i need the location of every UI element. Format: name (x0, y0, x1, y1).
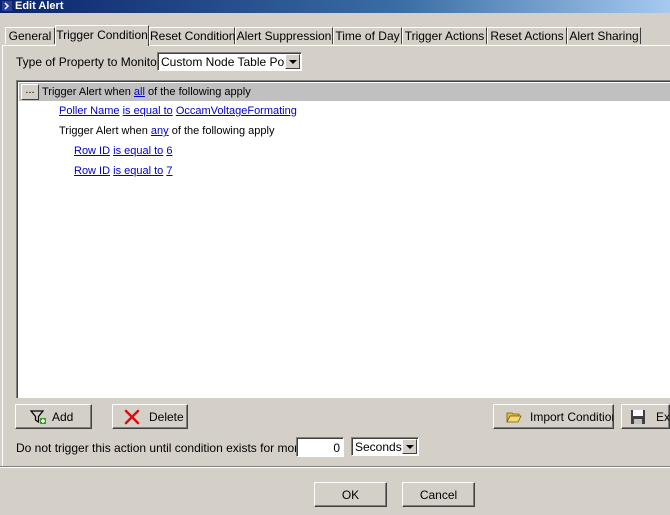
tab-strip: General Trigger Condition Reset Conditio… (0, 25, 670, 46)
window-title: Edit Alert (15, 0, 64, 12)
footer-separator (0, 466, 670, 468)
field-link[interactable]: Row ID (74, 145, 110, 157)
tab-alert-suppression[interactable]: Alert Suppression (235, 27, 333, 44)
ok-button-label: OK (341, 488, 360, 502)
operator-link[interactable]: is equal to (113, 145, 163, 157)
save-disk-icon (631, 410, 645, 424)
cancel-button-label: Cancel (419, 488, 458, 502)
group-condition: Trigger Alert when any of the following … (59, 125, 275, 137)
tab-trigger-condition[interactable]: Trigger Condition (55, 25, 149, 46)
group-quantifier-link[interactable]: any (151, 125, 169, 137)
add-button-label: Add (52, 410, 74, 424)
import-condition-label: Import Condition (530, 410, 614, 424)
chevron-down-icon[interactable] (402, 439, 417, 454)
tab-time-of-day[interactable]: Time of Day (333, 27, 402, 44)
field-link[interactable]: Row ID (74, 165, 110, 177)
export-condition-label: Ex (656, 410, 670, 424)
property-type-value: Custom Node Table Poller (161, 55, 301, 69)
condition-menu-button[interactable]: ... (21, 84, 39, 100)
root-quantifier-link[interactable]: all (134, 86, 145, 98)
tab-reset-condition[interactable]: Reset Condition (149, 27, 235, 44)
folder-open-icon (506, 412, 522, 423)
add-button[interactable]: Add (15, 404, 92, 429)
add-filter-icon (30, 410, 46, 424)
tab-trigger-actions[interactable]: Trigger Actions (402, 27, 487, 44)
property-type-select[interactable]: Custom Node Table Poller (157, 52, 302, 71)
cancel-button[interactable]: Cancel (402, 482, 475, 507)
tab-alert-sharing[interactable]: Alert Sharing (567, 27, 641, 44)
operator-link[interactable]: is equal to (113, 165, 163, 177)
delete-button-label: Delete (149, 410, 184, 424)
chevron-down-icon[interactable] (285, 54, 300, 69)
ok-button[interactable]: OK (314, 482, 387, 507)
import-condition-button[interactable]: Import Condition (493, 404, 614, 429)
condition-row-id-7: Row ID is equal to 7 (74, 165, 172, 177)
value-link[interactable]: 7 (166, 165, 172, 177)
tab-general[interactable]: General (5, 27, 55, 44)
export-condition-button[interactable]: Ex (621, 404, 670, 429)
delete-x-icon (124, 409, 140, 425)
duration-input[interactable] (296, 437, 344, 457)
title-bar: Edit Alert (0, 0, 670, 13)
condition-row-id-6: Row ID is equal to 6 (74, 145, 172, 157)
field-link[interactable]: Poller Name (59, 105, 120, 117)
root-condition: Trigger Alert when all of the following … (42, 86, 251, 98)
duration-unit-value: Seconds (355, 440, 402, 454)
duration-label: Do not trigger this action until conditi… (16, 441, 332, 455)
property-type-label: Type of Property to Monitor: (16, 55, 165, 69)
condition-poller-name: Poller Name is equal to OccamVoltageForm… (59, 105, 297, 117)
duration-unit-select[interactable]: Seconds (351, 437, 419, 456)
app-icon (2, 1, 12, 11)
delete-button[interactable]: Delete (112, 404, 188, 429)
condition-tree[interactable]: ... Trigger Alert when all of the follow… (16, 80, 670, 398)
operator-link[interactable]: is equal to (123, 105, 173, 117)
value-link[interactable]: OccamVoltageFormating (176, 105, 297, 117)
value-link[interactable]: 6 (166, 145, 172, 157)
tree-header-row: ... Trigger Alert when all of the follow… (19, 83, 670, 101)
tab-reset-actions[interactable]: Reset Actions (487, 27, 567, 44)
